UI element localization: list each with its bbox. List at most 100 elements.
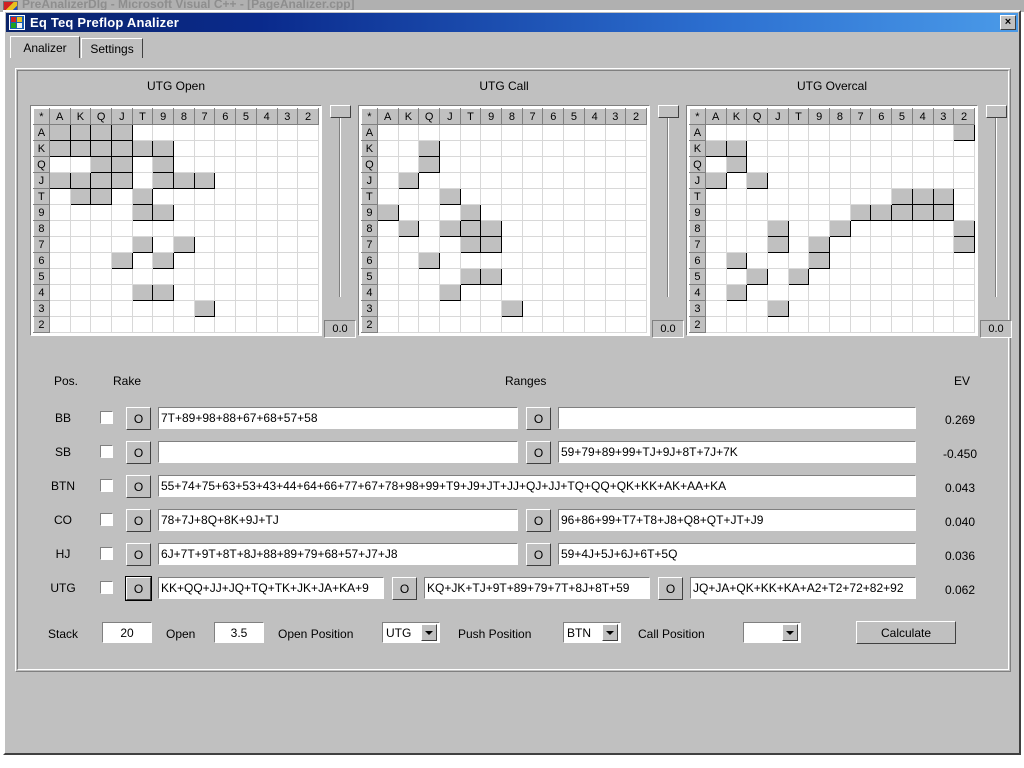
range-input-sb-2[interactable]: 59+79+89+99+TJ+9J+8T+7J+7K xyxy=(558,441,916,463)
matrix-cell[interactable] xyxy=(459,236,482,253)
matrix-cell[interactable] xyxy=(439,268,461,285)
matrix-col-header-2[interactable]: 2 xyxy=(625,108,647,125)
matrix-cell[interactable] xyxy=(725,316,748,333)
matrix-col-header-J[interactable]: J xyxy=(767,108,789,125)
matrix-cell[interactable] xyxy=(418,204,441,221)
matrix-cell[interactable] xyxy=(480,172,503,189)
matrix-cell[interactable] xyxy=(870,236,893,253)
matrix-cell[interactable] xyxy=(725,156,748,173)
matrix-cell[interactable] xyxy=(152,236,175,253)
matrix-cell[interactable] xyxy=(870,124,893,141)
matrix-cell[interactable] xyxy=(725,236,748,253)
matrix-cell[interactable] xyxy=(376,188,399,205)
matrix-col-header-6[interactable]: 6 xyxy=(870,108,893,125)
matrix-cell[interactable] xyxy=(583,172,606,189)
matrix-cell[interactable] xyxy=(193,188,216,205)
matrix-cell[interactable] xyxy=(235,172,257,189)
matrix-row-header-4[interactable]: 4 xyxy=(361,284,378,301)
matrix-cell[interactable] xyxy=(235,268,257,285)
matrix-cell[interactable] xyxy=(725,172,748,189)
matrix-cell[interactable] xyxy=(767,252,789,269)
matrix-row-header-J[interactable]: J xyxy=(689,172,706,189)
range-input-co-2[interactable]: 96+86+99+T7+T8+J8+Q8+QT+JT+J9 xyxy=(558,509,916,531)
matrix-cell[interactable] xyxy=(911,220,934,237)
matrix-cell[interactable] xyxy=(849,236,872,253)
matrix-row-header-5[interactable]: 5 xyxy=(33,268,50,285)
matrix-cell[interactable] xyxy=(704,284,727,301)
matrix-col-header-T[interactable]: T xyxy=(787,108,810,125)
matrix-cell[interactable] xyxy=(459,220,482,237)
matrix-cell[interactable] xyxy=(829,268,851,285)
matrix-cell[interactable] xyxy=(849,220,872,237)
matrix-cell[interactable] xyxy=(214,268,237,285)
matrix-row-header-9[interactable]: 9 xyxy=(361,204,378,221)
matrix-cell[interactable] xyxy=(480,220,503,237)
matrix-cell[interactable] xyxy=(829,284,851,301)
matrix-cell[interactable] xyxy=(563,284,585,301)
grid-frame-utg-call[interactable]: * A K Q J T 9 8 7 6 5 4 3 2 A K Q J T 9 8 7 6 5 4 3 2 xyxy=(358,105,650,336)
matrix-row-header-K[interactable]: K xyxy=(33,140,50,157)
matrix-cell[interactable] xyxy=(787,236,810,253)
matrix-cell[interactable] xyxy=(583,252,606,269)
matrix-cell[interactable] xyxy=(501,268,523,285)
matrix-cell[interactable] xyxy=(439,236,461,253)
matrix-cell[interactable] xyxy=(746,140,769,157)
matrix-col-header-5[interactable]: 5 xyxy=(891,108,913,125)
matrix-cell[interactable] xyxy=(932,188,955,205)
matrix-cell[interactable] xyxy=(255,236,278,253)
matrix-cell[interactable] xyxy=(376,204,399,221)
matrix-cell[interactable] xyxy=(276,188,299,205)
matrix-cell[interactable] xyxy=(255,140,278,157)
matrix-cell[interactable] xyxy=(563,204,585,221)
matrix-cell[interactable] xyxy=(501,124,523,141)
open-input[interactable]: 3.5 xyxy=(214,622,264,643)
matrix-cell[interactable] xyxy=(767,204,789,221)
matrix-cell[interactable] xyxy=(767,236,789,253)
matrix-cell[interactable] xyxy=(69,140,92,157)
matrix-cell[interactable] xyxy=(48,204,71,221)
matrix-cell[interactable] xyxy=(439,284,461,301)
matrix-cell[interactable] xyxy=(131,172,154,189)
matrix-cell[interactable] xyxy=(397,268,420,285)
matrix-cell[interactable] xyxy=(521,316,544,333)
matrix-cell[interactable] xyxy=(276,124,299,141)
matrix-cell[interactable] xyxy=(397,236,420,253)
matrix-cell[interactable] xyxy=(746,124,769,141)
matrix-cell[interactable] xyxy=(111,204,133,221)
matrix-cell[interactable] xyxy=(829,236,851,253)
matrix-cell[interactable] xyxy=(235,300,257,317)
matrix-cell[interactable] xyxy=(480,140,503,157)
matrix-cell[interactable] xyxy=(501,204,523,221)
matrix-cell[interactable] xyxy=(746,220,769,237)
matrix-col-header-A[interactable]: A xyxy=(376,108,399,125)
matrix-cell[interactable] xyxy=(870,300,893,317)
matrix-cell[interactable] xyxy=(521,140,544,157)
matrix-cell[interactable] xyxy=(583,284,606,301)
matrix-cell[interactable] xyxy=(297,268,319,285)
matrix-cell[interactable] xyxy=(787,140,810,157)
matrix-cell[interactable] xyxy=(604,284,627,301)
tab-analizer[interactable]: Analizer xyxy=(10,36,80,58)
matrix-cell[interactable] xyxy=(911,300,934,317)
matrix-cell[interactable] xyxy=(214,220,237,237)
matrix-cell[interactable] xyxy=(152,252,175,269)
matrix-cell[interactable] xyxy=(480,268,503,285)
matrix-col-header-4[interactable]: 4 xyxy=(911,108,934,125)
matrix-cell[interactable] xyxy=(767,188,789,205)
matrix-col-header-K[interactable]: K xyxy=(725,108,748,125)
rake-checkbox-sb[interactable] xyxy=(100,445,113,458)
matrix-cell[interactable] xyxy=(297,284,319,301)
matrix-cell[interactable] xyxy=(932,140,955,157)
matrix-row-header-Q[interactable]: Q xyxy=(361,156,378,173)
open-range-button-utg-3[interactable]: O xyxy=(658,577,683,600)
matrix-cell[interactable] xyxy=(297,124,319,141)
calculate-button[interactable]: Calculate xyxy=(856,621,956,644)
matrix-cell[interactable] xyxy=(439,188,461,205)
matrix-row-header-2[interactable]: 2 xyxy=(689,316,706,333)
matrix-cell[interactable] xyxy=(704,268,727,285)
matrix-cell[interactable] xyxy=(563,172,585,189)
matrix-cell[interactable] xyxy=(152,156,175,173)
matrix-cell[interactable] xyxy=(787,300,810,317)
matrix-cell[interactable] xyxy=(849,268,872,285)
matrix-col-header-7[interactable]: 7 xyxy=(193,108,216,125)
